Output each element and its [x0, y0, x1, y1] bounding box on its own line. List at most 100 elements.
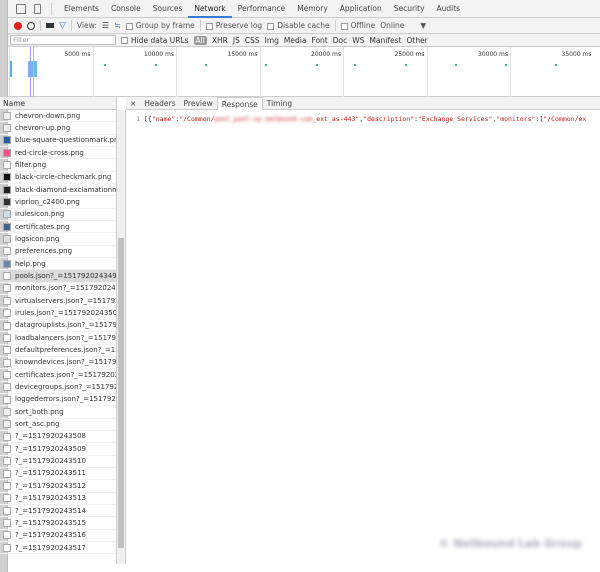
request-row[interactable]: certificates.png [0, 221, 116, 234]
timeline-tick: 30000 ms [426, 47, 511, 97]
request-row[interactable]: devicegroups.json?_=1517920243506 [0, 382, 116, 394]
name-column-header[interactable]: Name [0, 97, 116, 110]
type-filter-css[interactable]: CSS [245, 36, 260, 45]
filter-icon[interactable]: ▽ [59, 21, 66, 31]
throttle-select[interactable]: Online ▼ [380, 21, 426, 30]
request-row[interactable]: chevron-down.png [0, 110, 116, 123]
request-name: ?_=1517920243516 [15, 531, 86, 540]
request-name: ?_=1517920243512 [15, 481, 86, 490]
type-filter-xhr[interactable]: XHR [212, 36, 228, 45]
request-row[interactable]: blue-square-questionmark.png [0, 135, 116, 148]
tab-network[interactable]: Network [188, 0, 232, 18]
request-row[interactable]: ?_=1517920243511 [0, 468, 116, 481]
type-filter-manifest[interactable]: Manifest [369, 36, 401, 45]
request-row[interactable]: preferences.png [0, 246, 116, 259]
type-filter-js[interactable]: JS [233, 36, 240, 45]
request-name: black-diamond-exclamationmark.png [15, 185, 116, 194]
offline-checkbox[interactable]: Offline [340, 21, 375, 30]
request-row[interactable]: ?_=1517920243517 [0, 542, 116, 555]
tab-application[interactable]: Application [334, 0, 388, 18]
tab-timing[interactable]: Timing [263, 97, 296, 110]
preserve-log-checkbox[interactable]: Preserve log [205, 21, 262, 30]
type-filter-ws[interactable]: WS [352, 36, 364, 45]
filter-input[interactable]: Filter [10, 35, 116, 45]
response-body[interactable]: 1 [{"name":"/Common/pool_pool.ny.netbound… [126, 110, 600, 123]
device-toolbar-icon[interactable] [34, 3, 41, 14]
camera-icon[interactable] [46, 23, 54, 28]
type-filter-font[interactable]: Font [311, 36, 327, 45]
tab-security[interactable]: Security [388, 0, 431, 18]
document-file-icon [3, 444, 11, 453]
request-name: filter.png [15, 160, 47, 169]
request-row[interactable]: ?_=1517920243512 [0, 480, 116, 493]
request-name: irules.json?_=1517920243500 [15, 309, 116, 317]
tab-response[interactable]: Response [216, 96, 263, 110]
disable-cache-checkbox[interactable]: Disable cache [267, 21, 330, 30]
large-rows-icon[interactable]: ☰ [102, 21, 109, 30]
tab-console[interactable]: Console [105, 0, 147, 18]
request-row[interactable]: irules.json?_=1517920243500 [0, 308, 116, 320]
request-row[interactable]: chevron-up.png [0, 122, 116, 135]
tick-label: 35000 ms [561, 51, 592, 58]
request-row[interactable]: defaultpreferences.json?_=1517920243503 [0, 345, 116, 357]
tab-elements[interactable]: Elements [58, 0, 105, 18]
request-row[interactable]: loadbalancers.json?_=1517920243502 [0, 332, 116, 345]
request-row[interactable]: black-circle-checkmark.png [0, 172, 116, 185]
network-overview-timeline[interactable]: 5000 ms 10000 ms 15000 ms 20000 ms 25000 ms 3… [8, 47, 600, 97]
type-filter-media[interactable]: Media [284, 36, 307, 45]
request-row[interactable]: black-diamond-exclamationmark.png [0, 184, 116, 197]
type-filter-img[interactable]: Img [265, 36, 279, 45]
document-file-icon [3, 309, 11, 318]
document-file-icon [3, 370, 11, 379]
request-row[interactable]: ?_=1517920243515 [0, 517, 116, 530]
hide-data-urls-checkbox[interactable]: Hide data URLs [121, 36, 189, 45]
request-row[interactable]: ?_=1517920243508 [0, 431, 116, 444]
request-row[interactable]: knowndevices.json?_=1517920243504 [0, 357, 116, 370]
tab-memory[interactable]: Memory [291, 0, 334, 18]
request-row[interactable]: irulesicon.png [0, 209, 116, 222]
request-row[interactable]: loggederrors.json?_=1517920243507 [0, 394, 116, 407]
request-row[interactable]: viprion_c2400.png [0, 196, 116, 209]
request-list: Name chevron-down.png chevron-up.png blue-… [0, 97, 117, 564]
scrollbar-thumb[interactable] [118, 238, 124, 548]
request-name: loadbalancers.json?_=1517920243502 [15, 333, 116, 342]
request-row[interactable]: certificates.json?_=1517920243505 [0, 369, 116, 382]
tab-audits[interactable]: Audits [431, 0, 467, 18]
request-list-scrollbar[interactable] [117, 110, 126, 564]
tab-headers[interactable]: Headers [140, 97, 179, 110]
request-row[interactable]: ?_=1517920243514 [0, 505, 116, 518]
tick-label: 20000 ms [311, 51, 341, 58]
tab-sources[interactable]: Sources [147, 0, 189, 18]
request-row[interactable]: virtualservers.json?_=1517920243499 [0, 295, 116, 308]
request-row[interactable]: logsicon.png [0, 233, 116, 246]
request-name: chevron-up.png [15, 123, 71, 132]
request-row[interactable]: sort_asc.png [0, 419, 116, 431]
close-detail-button[interactable]: × [126, 97, 140, 110]
waterfall-icon[interactable]: ≒ [114, 21, 121, 30]
type-filter-other[interactable]: Other [406, 36, 427, 45]
inspect-element-icon[interactable] [16, 3, 26, 14]
request-row[interactable]: ?_=1517920243510 [0, 456, 116, 468]
tab-performance[interactable]: Performance [232, 0, 292, 18]
request-name: knowndevices.json?_=1517920243504 [15, 358, 116, 367]
type-filter-doc[interactable]: Doc [333, 36, 348, 45]
request-row[interactable]: ?_=1517920243516 [0, 530, 116, 543]
clear-icon[interactable] [27, 21, 35, 30]
request-row[interactable]: red-circle-cross.png [0, 147, 116, 160]
request-row[interactable]: ?_=1517920243509 [0, 443, 116, 456]
request-row[interactable]: sort_both.png [0, 406, 116, 419]
request-row[interactable]: monitors.json?_=1517920243498 [0, 283, 116, 296]
group-by-frame-checkbox[interactable]: Group by frame [125, 21, 195, 30]
request-row[interactable]: help.png [0, 258, 116, 271]
tab-preview[interactable]: Preview [180, 97, 217, 110]
request-row[interactable]: filter.png [0, 159, 116, 172]
timeline-tick: 35000 ms [510, 47, 594, 97]
request-marker [354, 64, 356, 66]
request-row[interactable]: ?_=1517920243513 [0, 493, 116, 505]
record-icon[interactable] [14, 21, 22, 30]
divider [70, 20, 72, 31]
request-row[interactable]: pools.json?_=1517920243497 [0, 270, 116, 283]
request-name: preferences.png [15, 247, 73, 256]
type-filter-all[interactable]: All [193, 35, 207, 45]
request-row[interactable]: datagrouplists.json?_=1517920243501 [0, 320, 116, 333]
